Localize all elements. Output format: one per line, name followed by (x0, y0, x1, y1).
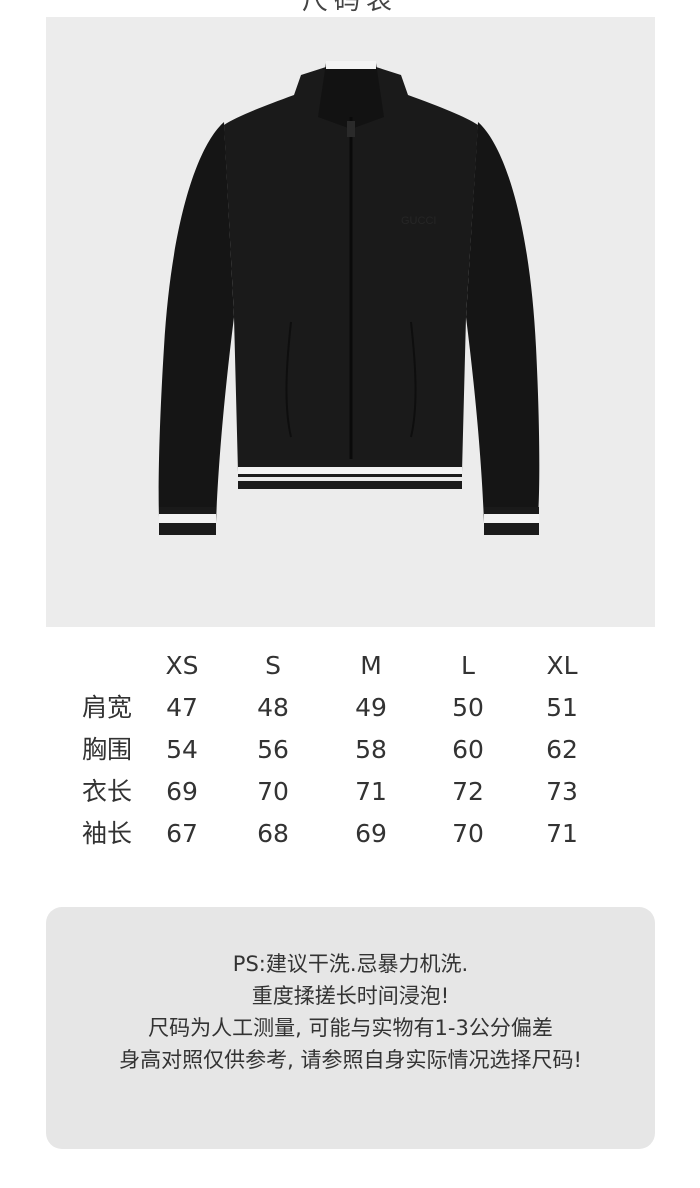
table-row: 袖长 67 68 69 70 71 (0, 814, 700, 854)
table-cell: 69 (355, 819, 387, 848)
table-cell: 71 (546, 819, 578, 848)
note-line-wash: PS:建议干洗.忌暴力机洗. (232, 952, 469, 976)
note-line-height-reference: 身高对照仅供参考, 请参照自身实际情况选择尺码! (119, 1048, 582, 1072)
table-cell: 51 (546, 693, 578, 722)
page-title: 尺码表 (301, 0, 398, 16)
size-header-xl: XL (546, 651, 578, 680)
size-header-m: M (360, 651, 382, 680)
table-row: 肩宽 47 48 49 50 51 (0, 688, 700, 728)
product-photo: GUCCI (46, 17, 655, 627)
table-row: 衣长 69 70 71 72 73 (0, 772, 700, 812)
table-cell: 67 (166, 819, 198, 848)
table-cell: 71 (355, 777, 387, 806)
table-cell: 49 (355, 693, 387, 722)
table-cell: 54 (166, 735, 198, 764)
table-cell: 70 (452, 819, 484, 848)
table-cell: 69 (166, 777, 198, 806)
table-cell: 56 (257, 735, 289, 764)
table-cell: 47 (166, 693, 198, 722)
table-cell: 58 (355, 735, 387, 764)
size-header-row: XS S M L XL (0, 646, 700, 686)
care-notes-box: PS:建议干洗.忌暴力机洗. 重度揉搓长时间浸泡! 尺码为人工测量, 可能与实物… (46, 907, 655, 1149)
table-cell: 73 (546, 777, 578, 806)
note-line-soak: 重度揉搓长时间浸泡! (251, 984, 450, 1008)
table-cell: 60 (452, 735, 484, 764)
table-row: 胸围 54 56 58 60 62 (0, 730, 700, 770)
table-cell: 48 (257, 693, 289, 722)
table-cell: 72 (452, 777, 484, 806)
size-header-s: S (265, 651, 281, 680)
size-header-l: L (461, 651, 475, 680)
note-line-measurement: 尺码为人工测量, 可能与实物有1-3公分偏差 (148, 1016, 553, 1040)
table-cell: 70 (257, 777, 289, 806)
table-cell: 62 (546, 735, 578, 764)
black-track-jacket-image: GUCCI (158, 61, 540, 535)
table-cell: 68 (257, 819, 289, 848)
chest-logo: GUCCI (401, 215, 436, 227)
table-cell: 50 (452, 693, 484, 722)
size-header-xs: XS (165, 651, 199, 680)
